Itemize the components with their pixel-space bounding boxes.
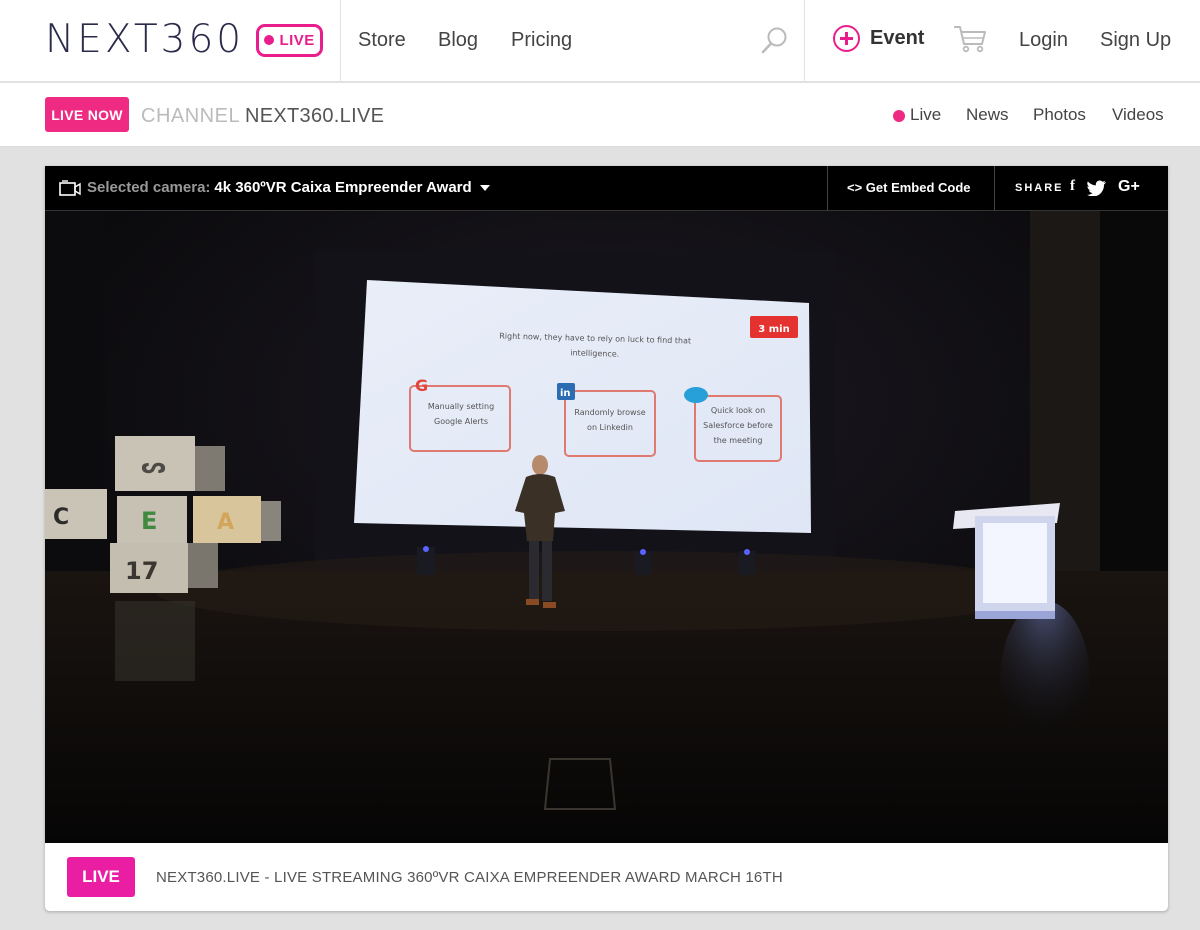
caption-bar: LIVE NEXT360.LIVE - LIVE STREAMING 360ºV… (45, 843, 1168, 911)
slide-heading: Right now, they have to rely on luck to … (499, 331, 692, 359)
nav-pricing[interactable]: Pricing (511, 28, 572, 52)
tab-videos[interactable]: Videos (1112, 105, 1164, 125)
stream-title: NEXT360.LIVE - LIVE STREAMING 360ºVR CAI… (156, 869, 783, 886)
search-icon[interactable] (759, 25, 789, 55)
event-button[interactable]: Event (833, 25, 924, 52)
svg-text:3 min: 3 min (758, 324, 789, 335)
video-scene: 3 min G in ᔕ C E A 17 (45, 211, 1168, 843)
live-now-badge: LIVE NOW (45, 97, 129, 132)
slide-box-linkedin: Randomly browse on Linkedin (574, 408, 646, 432)
signup-link[interactable]: Sign Up (1100, 28, 1171, 52)
login-link[interactable]: Login (1019, 28, 1068, 52)
video-player: Selected camera: 4k 360ºVR Caixa Empreend… (45, 166, 1168, 911)
nav-blog[interactable]: Blog (438, 28, 478, 52)
logo-live-badge: LIVE (256, 23, 324, 57)
salesforce-icon (684, 387, 708, 403)
event-label: Event (870, 27, 925, 49)
camera-selector-value: 4k 360ºVR Caixa Empreender Award (214, 179, 472, 196)
channel-bar: LIVE NOW CHANNEL NEXT360.LIVE Live News … (0, 83, 1200, 147)
slide-box-google: Manually setting Google Alerts (427, 402, 495, 426)
plus-circle-icon (833, 25, 860, 52)
camera-selector-label: Selected camera: (87, 179, 211, 196)
channel-name[interactable]: NEXT360.LIVE (245, 105, 384, 128)
svg-text:in: in (560, 388, 571, 399)
tab-live[interactable]: Live (910, 105, 941, 125)
logo[interactable]: NEXT360 LIVE (45, 17, 324, 62)
live-dot-icon (893, 110, 905, 122)
logo-text: NEXT360 (45, 17, 245, 62)
svg-text:17: 17 (125, 557, 158, 585)
share-label: SHARE (1015, 182, 1064, 194)
logo-live-text: LIVE (279, 31, 315, 49)
top-header: NEXT360 LIVE Store Blog Pricing Event Lo… (0, 0, 1200, 82)
live-badge: LIVE (67, 857, 135, 897)
chevron-down-icon (479, 185, 490, 192)
slide-box-salesforce: Quick look on Salesforce before the meet… (703, 406, 773, 445)
svg-text:C: C (53, 505, 69, 530)
svg-text:A: A (217, 510, 234, 535)
tab-news[interactable]: News (966, 105, 1009, 125)
get-embed-code-button[interactable]: <> Get Embed Code (847, 180, 971, 195)
nav-store[interactable]: Store (358, 28, 406, 52)
google-plus-icon[interactable]: G+ (1118, 178, 1140, 196)
camera-selector[interactable]: Selected camera: 4k 360ºVR Caixa Empreend… (87, 179, 490, 196)
tab-photos[interactable]: Photos (1033, 105, 1086, 125)
header-divider (804, 0, 805, 82)
cart-icon[interactable] (953, 24, 987, 54)
live-dot-icon (264, 35, 275, 45)
toolbar-divider (827, 166, 828, 211)
video-frame[interactable]: 3 min G in ᔕ C E A 17 Right now, they ha… (45, 211, 1168, 843)
google-icon: G (415, 376, 428, 395)
svg-text:E: E (141, 507, 157, 535)
toolbar-divider (994, 166, 995, 211)
facebook-icon[interactable]: f (1070, 178, 1075, 195)
svg-text:ᔕ: ᔕ (141, 454, 166, 479)
twitter-icon[interactable] (1087, 180, 1107, 196)
camera-icon (59, 180, 81, 196)
player-toolbar: Selected camera: 4k 360ºVR Caixa Empreend… (45, 166, 1168, 211)
header-divider (340, 0, 341, 82)
channel-label: CHANNEL (141, 105, 241, 127)
